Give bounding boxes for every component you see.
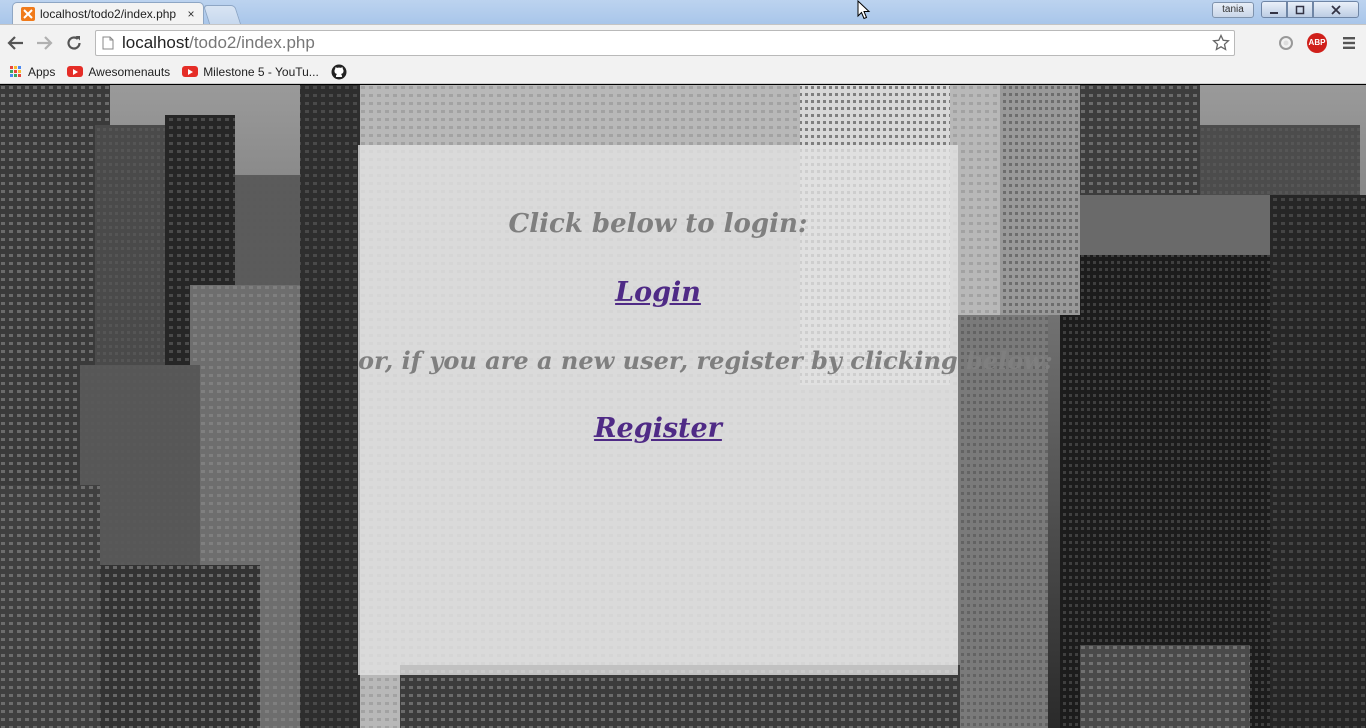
tab-close-icon[interactable]: × xyxy=(185,8,197,20)
bookmark-label: Awesomenauts xyxy=(88,64,171,79)
new-tab-button[interactable] xyxy=(202,5,242,24)
tab-title: localhost/todo2/index.php xyxy=(40,7,177,21)
url-path: /todo2/index.php xyxy=(189,33,315,52)
page-viewport: Click below to login: Login or, if you a… xyxy=(0,85,1366,728)
login-link[interactable]: Login xyxy=(615,277,701,308)
reload-button[interactable] xyxy=(64,33,84,53)
close-icon xyxy=(1331,4,1341,15)
content-panel: Click below to login: Login or, if you a… xyxy=(358,145,1053,675)
url-text[interactable]: localhost/todo2/index.php xyxy=(122,33,315,53)
register-prompt: or, if you are a new user, register by c… xyxy=(358,346,1053,375)
youtube-icon xyxy=(67,64,84,80)
back-arrow-icon xyxy=(7,36,23,50)
browser-tab[interactable]: localhost/todo2/index.php × xyxy=(12,2,204,25)
bookmark-label: Milestone 5 - YouTu... xyxy=(203,64,319,79)
extension-icon[interactable] xyxy=(1278,35,1294,51)
back-button[interactable] xyxy=(6,33,26,53)
bookmark-milestone-5[interactable]: Milestone 5 - YouTu... xyxy=(182,64,319,80)
forward-button[interactable] xyxy=(34,33,54,53)
bookmark-awesomenauts[interactable]: Awesomenauts xyxy=(67,64,170,80)
register-link-wrapper: Register xyxy=(358,413,958,444)
reload-icon xyxy=(67,36,81,50)
window-titlebar: localhost/todo2/index.php × tania xyxy=(0,0,1366,25)
github-icon xyxy=(331,64,347,79)
bookmark-apps[interactable]: Apps xyxy=(7,64,55,80)
bookmark-star-icon[interactable] xyxy=(1212,34,1230,52)
address-bar[interactable]: localhost/todo2/index.php xyxy=(95,30,1235,56)
minimize-button[interactable] xyxy=(1261,1,1287,18)
login-link-wrapper: Login xyxy=(358,277,958,308)
adblock-plus-icon[interactable]: ABP xyxy=(1307,33,1327,53)
close-window-button[interactable] xyxy=(1313,1,1359,18)
browser-toolbar: localhost/todo2/index.php ABP xyxy=(0,24,1366,60)
url-host: localhost xyxy=(122,33,190,52)
maximize-icon xyxy=(1295,5,1305,14)
profile-badge[interactable]: tania xyxy=(1212,2,1254,18)
register-link[interactable]: Register xyxy=(594,413,722,444)
mouse-cursor-icon xyxy=(857,0,871,20)
page-icon xyxy=(102,36,114,50)
menu-hamburger-icon[interactable] xyxy=(1341,35,1357,51)
minimize-icon xyxy=(1270,11,1278,14)
youtube-icon xyxy=(182,64,199,80)
xampp-favicon-icon xyxy=(21,7,35,21)
apps-grid-icon xyxy=(7,64,23,80)
forward-arrow-icon xyxy=(37,36,53,50)
bookmark-label: Apps xyxy=(28,64,56,79)
bookmark-github[interactable] xyxy=(331,64,352,80)
login-prompt: Click below to login: xyxy=(508,209,808,239)
bookmarks-bar: Apps Awesomenauts Milestone 5 - YouTu... xyxy=(0,60,1366,84)
maximize-button[interactable] xyxy=(1287,1,1313,18)
